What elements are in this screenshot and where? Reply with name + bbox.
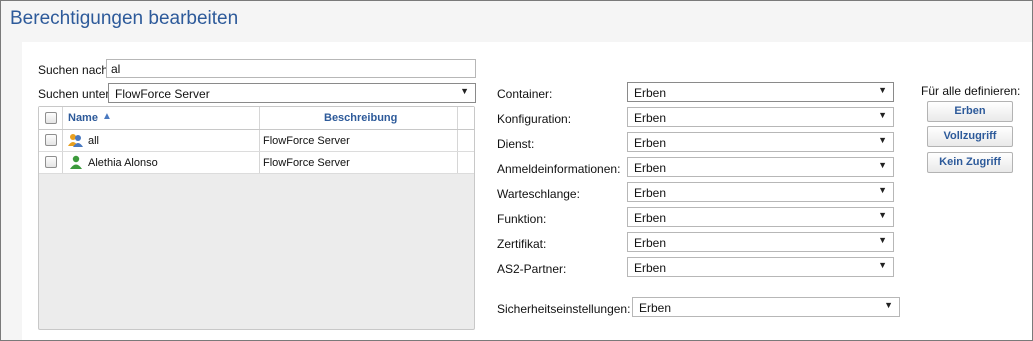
search-scope-value: FlowForce Server <box>115 87 210 101</box>
chevron-down-icon: ▼ <box>878 235 887 245</box>
permission-value: Erben <box>634 261 667 275</box>
chevron-down-icon: ▼ <box>884 300 893 310</box>
permission-label-container: Container: <box>497 87 553 101</box>
security-settings-select[interactable]: Erben ▼ <box>632 297 900 317</box>
permission-value: Erben <box>634 161 667 175</box>
no-access-all-button[interactable]: Kein Zugriff <box>927 152 1013 173</box>
table-row[interactable]: Alethia Alonso FlowForce Server <box>39 152 474 174</box>
group-icon <box>68 134 83 147</box>
search-input[interactable] <box>106 59 476 78</box>
define-all-label: Für alle definieren: <box>921 84 1021 98</box>
row-checkbox[interactable] <box>45 156 57 168</box>
chevron-down-icon: ▼ <box>878 260 887 270</box>
select-all-checkbox[interactable] <box>45 112 57 124</box>
chevron-down-icon: ▼ <box>878 135 887 145</box>
security-settings-value: Erben <box>639 301 672 315</box>
security-settings-label: Sicherheitseinstellungen: <box>497 302 631 316</box>
permission-value: Erben <box>634 86 667 100</box>
search-scope-select[interactable]: FlowForce Server ▼ <box>108 83 476 103</box>
permission-select-service[interactable]: Erben ▼ <box>627 132 894 152</box>
sort-asc-icon[interactable]: ▲ <box>102 111 112 122</box>
search-scope-label: Suchen unter: <box>38 87 113 101</box>
chevron-down-icon: ▼ <box>878 85 887 95</box>
row-checkbox[interactable] <box>45 134 57 146</box>
permission-label-service: Dienst: <box>497 137 535 151</box>
page-title: Berechtigungen bearbeiten <box>10 8 239 29</box>
chevron-down-icon: ▼ <box>878 110 887 120</box>
permission-select-certificate[interactable]: Erben ▼ <box>627 232 894 252</box>
permission-label-certificate: Zertifikat: <box>497 237 547 251</box>
permission-select-credentials[interactable]: Erben ▼ <box>627 157 894 177</box>
permission-value: Erben <box>634 211 667 225</box>
chevron-down-icon: ▼ <box>878 210 887 220</box>
permission-label-credentials: Anmeldeinformationen: <box>497 162 621 176</box>
row-description: FlowForce Server <box>263 135 350 147</box>
row-description: FlowForce Server <box>263 157 350 169</box>
permission-select-function[interactable]: Erben ▼ <box>627 207 894 227</box>
permission-value: Erben <box>634 136 667 150</box>
user-icon <box>70 155 82 169</box>
permission-value: Erben <box>634 111 667 125</box>
inherit-all-button[interactable]: Erben <box>927 101 1013 122</box>
table-header: Name ▲ Beschreibung <box>39 107 474 130</box>
column-description[interactable]: Beschreibung <box>324 112 397 124</box>
search-label: Suchen nach: <box>38 63 112 77</box>
permission-select-queue[interactable]: Erben ▼ <box>627 182 894 202</box>
full-access-all-button[interactable]: Vollzugriff <box>927 126 1013 147</box>
chevron-down-icon: ▼ <box>878 160 887 170</box>
row-name: Alethia Alonso <box>88 157 158 169</box>
permission-select-as2-partner[interactable]: Erben ▼ <box>627 257 894 277</box>
users-table: Name ▲ Beschreibung all FlowForce Server… <box>38 106 475 330</box>
permission-label-queue: Warteschlange: <box>497 187 580 201</box>
permission-select-configuration[interactable]: Erben ▼ <box>627 107 894 127</box>
permission-label-function: Funktion: <box>497 212 547 226</box>
permission-label-configuration: Konfiguration: <box>497 112 572 126</box>
table-row[interactable]: all FlowForce Server <box>39 130 474 152</box>
chevron-down-icon: ▼ <box>878 185 887 195</box>
permission-select-container[interactable]: Erben ▼ <box>627 82 894 102</box>
permission-value: Erben <box>634 186 667 200</box>
row-name: all <box>88 135 100 147</box>
column-name[interactable]: Name <box>68 112 98 124</box>
permission-value: Erben <box>634 236 667 250</box>
chevron-down-icon: ▼ <box>460 86 469 96</box>
permission-label-as2-partner: AS2-Partner: <box>497 262 567 276</box>
